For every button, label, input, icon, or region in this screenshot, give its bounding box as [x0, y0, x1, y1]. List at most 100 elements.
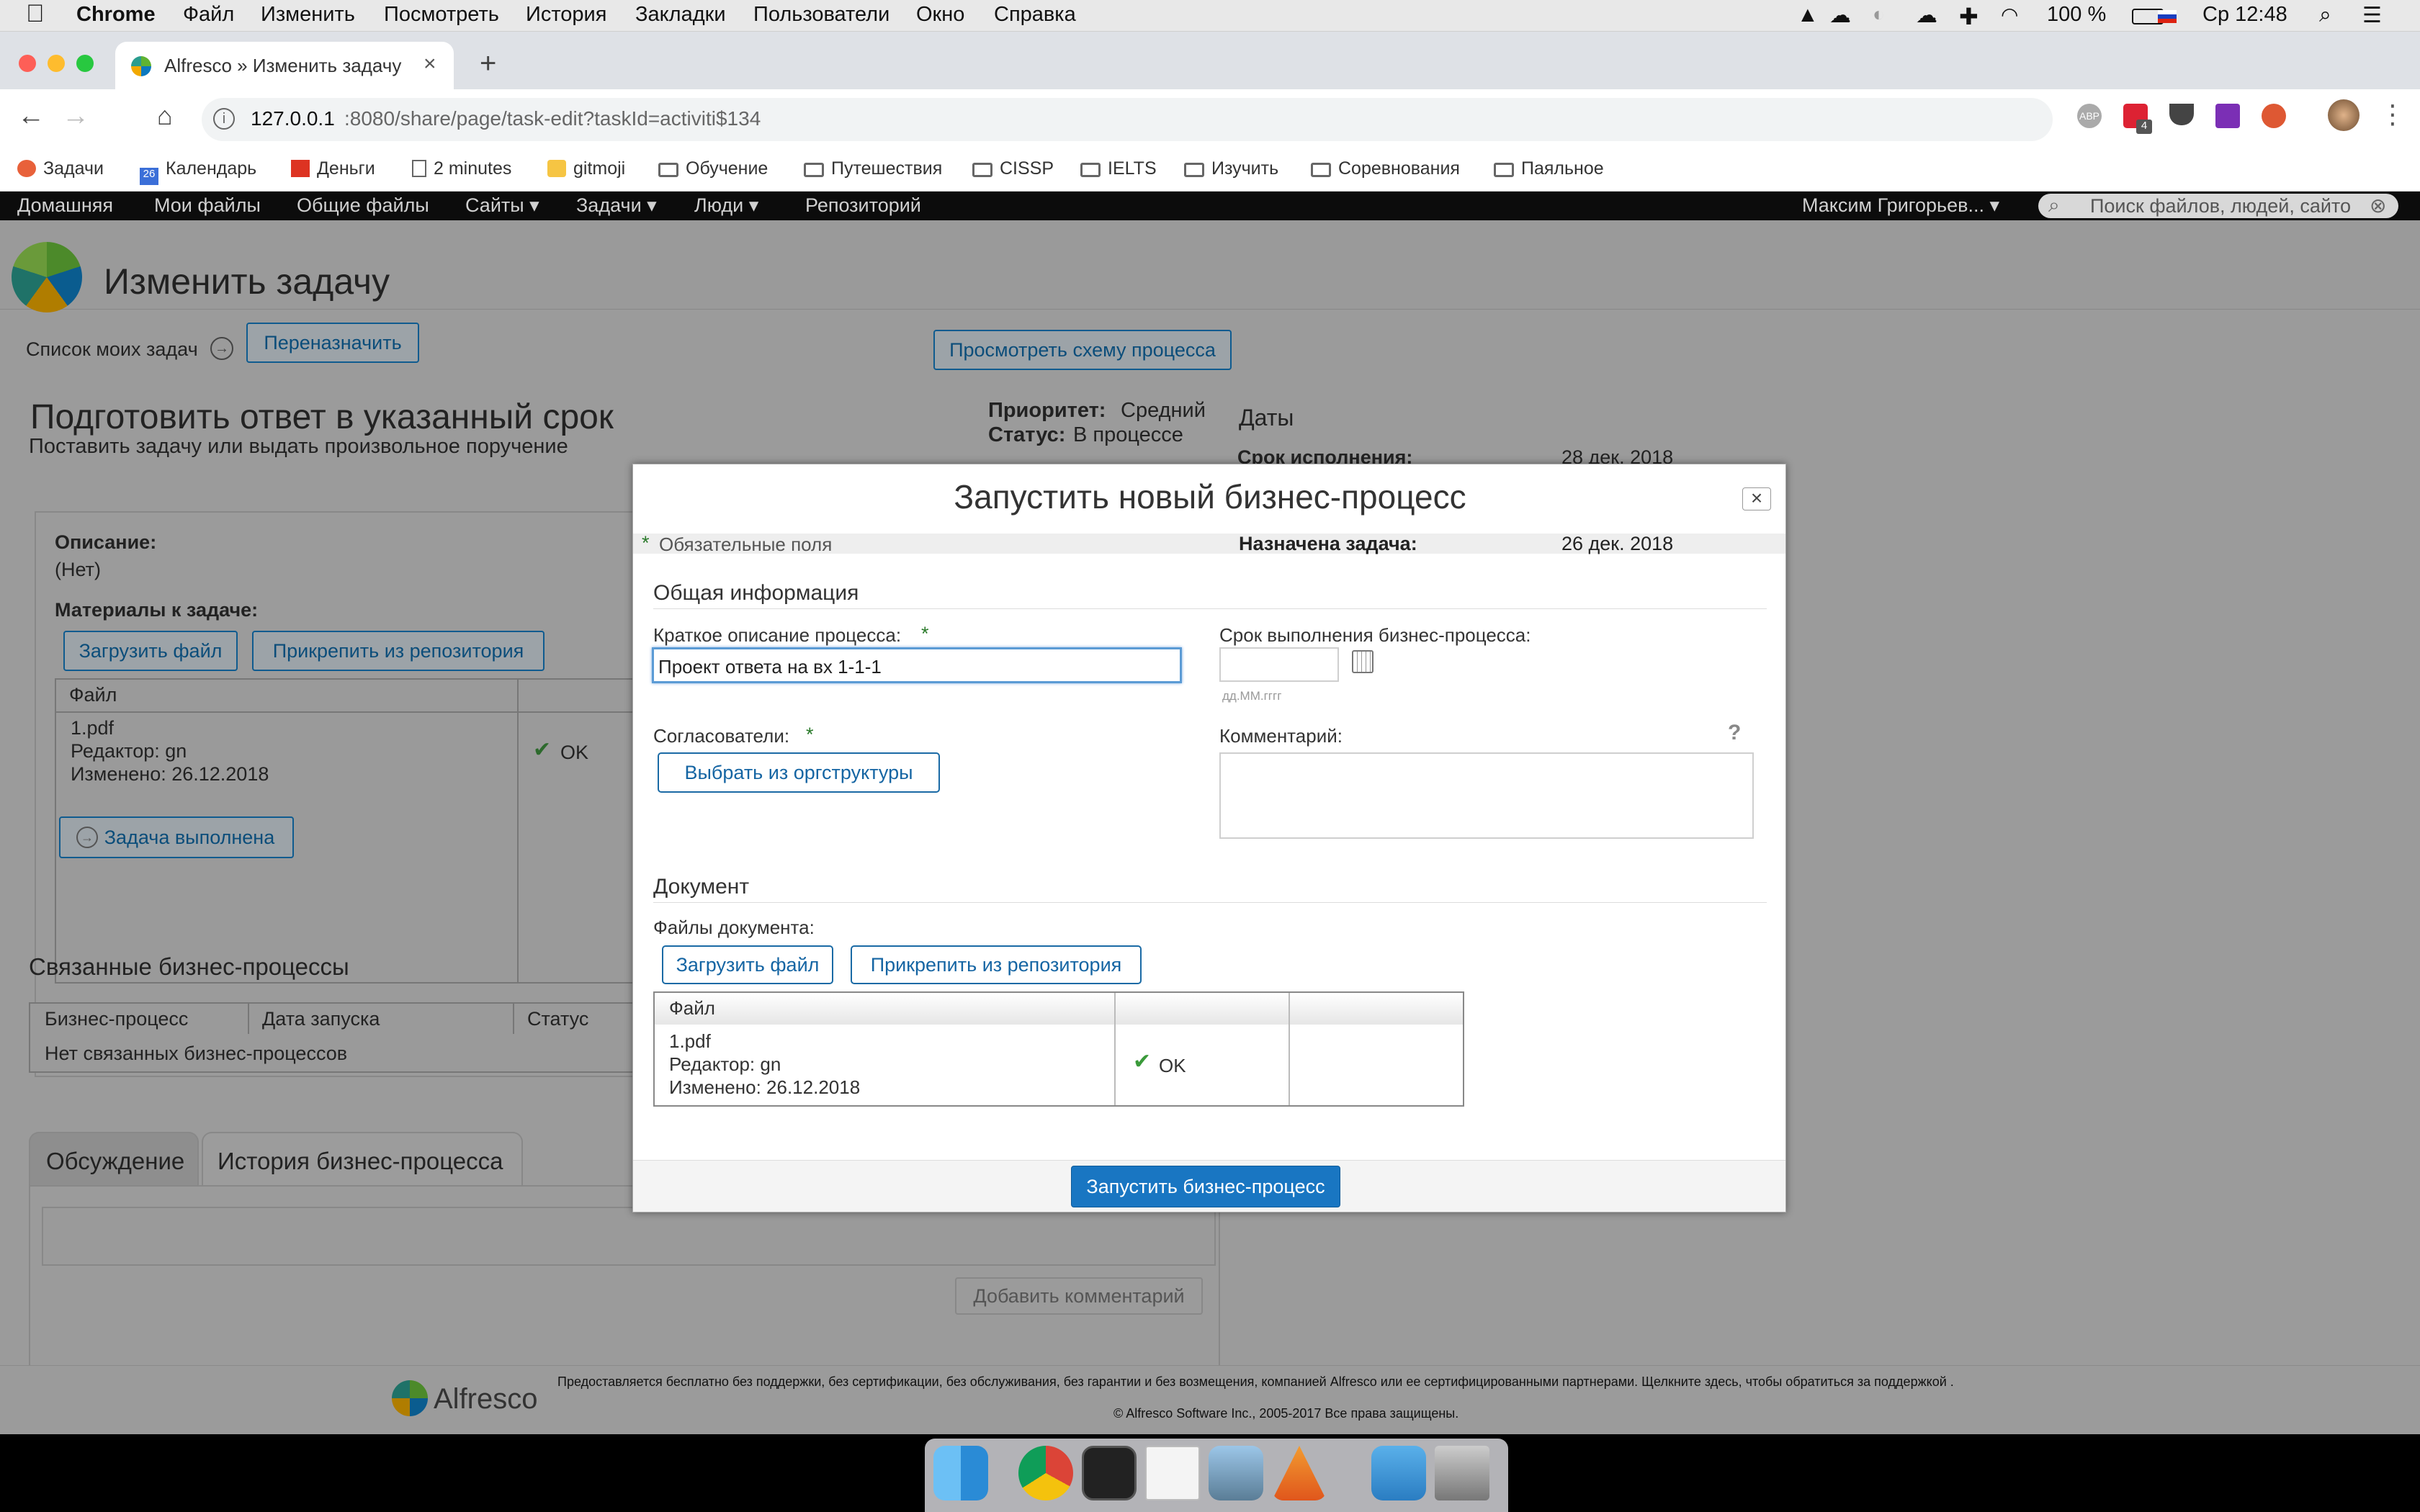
forward-icon[interactable]: → — [62, 101, 89, 132]
nav-repository[interactable]: Репозиторий — [805, 194, 921, 217]
bookmark-2minutes[interactable]: 2 minutes — [412, 158, 511, 179]
site-info-icon[interactable]: i — [213, 108, 235, 130]
footer-notice[interactable]: Предоставляется бесплатно без поддержки,… — [557, 1374, 2401, 1390]
new-tab-button[interactable]: + — [480, 48, 496, 80]
attach-from-repo-button[interactable]: Прикрепить из репозитория — [252, 631, 544, 671]
home-icon[interactable]: ⌂ — [157, 101, 173, 131]
nav-tasks[interactable]: Задачи ▾ — [576, 194, 657, 217]
chrome-icon[interactable] — [1018, 1446, 1073, 1500]
menu-history[interactable]: История — [526, 3, 606, 27]
bookmark-folder-contests[interactable]: Соревнования — [1311, 158, 1460, 179]
window-zoom-button[interactable] — [76, 55, 94, 72]
terminal-icon[interactable] — [1082, 1446, 1137, 1500]
select-from-orgstructure-button[interactable]: Выбрать из оргструктуры — [658, 752, 940, 793]
bookmark-gitmoji[interactable]: gitmoji — [547, 158, 625, 179]
spotlight-icon[interactable]: ⌕ — [2319, 3, 2331, 27]
bookmark-folder-travel[interactable]: Путешествия — [804, 158, 942, 179]
todoist-icon — [17, 160, 36, 177]
cloud-icon[interactable]: ☁ — [1829, 3, 1851, 28]
menu-users[interactable]: Пользователи — [753, 3, 889, 27]
bookmark-money[interactable]: Деньги — [291, 158, 375, 179]
comment-textarea[interactable] — [1219, 752, 1754, 839]
bookmark-folder-study[interactable]: Изучить — [1184, 158, 1278, 179]
comment-textarea[interactable] — [42, 1207, 1216, 1266]
divider — [653, 902, 1767, 903]
menu-edit[interactable]: Изменить — [261, 3, 355, 27]
duckduckgo-icon[interactable] — [2262, 104, 2286, 128]
plus-icon[interactable]: ✚ — [1959, 3, 1978, 30]
vlc-icon[interactable]: ▲ — [1797, 3, 1819, 27]
spinner-icon[interactable]: ◐ — [1873, 3, 1885, 26]
reassign-button[interactable]: Переназначить — [246, 323, 419, 363]
bookmark-folder-soldering[interactable]: Паяльное — [1494, 158, 1604, 179]
window-minimize-button[interactable] — [48, 55, 65, 72]
pocket-icon[interactable] — [2169, 104, 2194, 125]
dialog-attach-from-repo-button[interactable]: Прикрепить из репозитория — [851, 945, 1142, 984]
view-process-scheme-button[interactable]: Просмотреть схему процесса — [933, 330, 1232, 370]
start-process-button[interactable]: Запустить бизнес-процесс — [1071, 1166, 1340, 1207]
flag-ru-icon[interactable] — [2158, 10, 2177, 23]
extension-badge: 4 — [2136, 120, 2152, 134]
notification-center-icon[interactable]: ☰ — [2362, 3, 2382, 28]
task-done-label: Задача выполнена — [104, 827, 275, 848]
tab-discussion[interactable]: Обсуждение — [29, 1132, 199, 1187]
nav-sites[interactable]: Сайты ▾ — [465, 194, 539, 217]
profile-avatar[interactable] — [2328, 99, 2360, 131]
wifi-icon[interactable]: ◠ — [2001, 3, 2018, 27]
user-menu[interactable]: Максим Григорьев... ▾ — [1802, 194, 1999, 217]
onenote-icon[interactable] — [2215, 104, 2240, 128]
downloads-folder-icon[interactable] — [1371, 1446, 1426, 1500]
upload-cloud-icon[interactable]: ☁ — [1916, 3, 1937, 28]
dialog-upload-file-button[interactable]: Загрузить файл — [662, 945, 833, 984]
vlc-dock-icon[interactable] — [1272, 1446, 1327, 1500]
short-desc-label: Краткое описание процесса: — [653, 624, 902, 646]
material-file-name[interactable]: 1.pdf — [71, 717, 114, 739]
bookmark-calendar[interactable]: 26 Календарь — [140, 158, 256, 185]
document-file-name[interactable]: 1.pdf — [669, 1030, 711, 1053]
task-done-button[interactable]: → Задача выполнена — [59, 816, 294, 858]
dialog-close-button[interactable]: × — [1742, 487, 1771, 510]
menu-window[interactable]: Окно — [916, 3, 964, 27]
menu-app-name[interactable]: Chrome — [76, 3, 156, 27]
chrome-menu-icon[interactable]: ⋮ — [2380, 99, 2406, 130]
apple-icon[interactable]:  — [26, 0, 45, 28]
table-divider — [248, 1002, 249, 1034]
browser-tab[interactable]: Alfresco » Изменить задачу × — [115, 42, 454, 89]
bookmark-folder-cissp[interactable]: CISSP — [972, 158, 1054, 179]
calendar-picker-icon[interactable] — [1352, 650, 1373, 673]
bookmark-folder-learning[interactable]: Обучение — [658, 158, 768, 179]
menubar-clock[interactable]: Ср 12:48 — [2202, 3, 2287, 27]
battery-percent: 100 % — [2047, 3, 2107, 26]
bookmark-tasks[interactable]: Задачи — [17, 158, 104, 179]
preview-icon[interactable] — [1209, 1446, 1263, 1500]
search-clear-icon[interactable]: ⊗ — [2370, 194, 2386, 217]
bookmark-folder-ielts[interactable]: IELTS — [1080, 158, 1157, 179]
nav-home[interactable]: Домашняя — [17, 194, 113, 217]
arrow-right-icon[interactable]: → — [210, 337, 233, 360]
upload-file-button[interactable]: Загрузить файл — [63, 631, 238, 671]
menu-help[interactable]: Справка — [994, 3, 1076, 27]
trash-icon[interactable] — [1435, 1446, 1489, 1500]
nav-people[interactable]: Люди ▾ — [694, 194, 758, 217]
textedit-icon[interactable] — [1145, 1446, 1200, 1500]
window-close-button[interactable] — [19, 55, 36, 72]
nav-shared-files[interactable]: Общие файлы — [297, 194, 429, 217]
menu-file[interactable]: Файл — [183, 3, 234, 27]
help-icon[interactable]: ? — [1728, 721, 1741, 745]
nav-my-files[interactable]: Мои файлы — [154, 194, 261, 217]
menu-view[interactable]: Посмотреть — [384, 3, 499, 27]
address-bar[interactable]: i 127.0.0.1 :8080/share/page/task-edit?t… — [202, 98, 2053, 141]
menu-bookmarks[interactable]: Закладки — [635, 3, 726, 27]
bookmark-label: Обучение — [686, 158, 768, 179]
tab-process-history[interactable]: История бизнес-процесса — [202, 1132, 523, 1187]
my-tasks-link[interactable]: Список моих задач — [26, 338, 198, 361]
add-comment-button[interactable]: Добавить комментарий — [955, 1277, 1203, 1315]
finder-icon[interactable] — [933, 1446, 988, 1500]
deadline-date-input[interactable] — [1219, 647, 1339, 682]
adblock-icon[interactable]: ABP — [2077, 104, 2102, 128]
short-desc-input[interactable]: Проект ответа на вх 1-1-1 — [652, 647, 1182, 683]
url-path: :8080/share/page/task-edit?taskId=activi… — [344, 107, 761, 130]
tab-close-icon[interactable]: × — [424, 52, 436, 76]
back-icon[interactable]: ← — [17, 101, 45, 132]
global-search-input[interactable]: ⌕ Поиск файлов, людей, сайто ⊗ — [2038, 194, 2398, 218]
